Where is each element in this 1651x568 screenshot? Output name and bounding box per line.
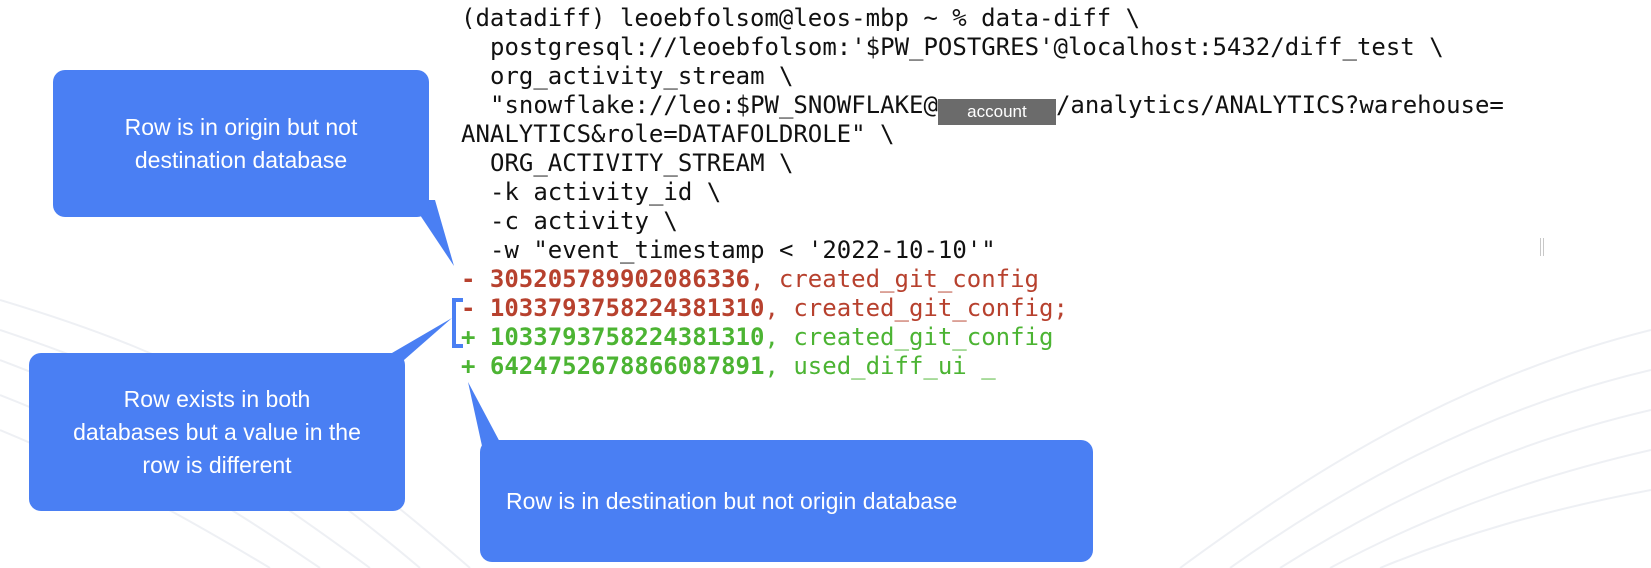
- diff-value: created_git_config: [778, 265, 1039, 293]
- diff-sign: -: [461, 294, 476, 322]
- diff-id: 1033793758224381310: [489, 323, 765, 351]
- diff-value: created_git_config;: [793, 294, 1068, 322]
- callout-origin-only-text: Row is in origin but not destination dat…: [124, 113, 358, 173]
- command-arg-where: -w "event_timestamp < '2022-10-10'": [490, 236, 996, 264]
- diff-sep: ,: [764, 294, 794, 322]
- redacted-account: account: [937, 99, 1056, 125]
- diff-row: - 305205789902086336, created_git_config: [461, 265, 1504, 294]
- diff-row: - 1033793758224381310, created_git_confi…: [461, 294, 1504, 323]
- diff-id: 6424752678866087891: [489, 352, 765, 380]
- diff-id: 1033793758224381310: [489, 294, 765, 322]
- diff-sep: ,: [764, 323, 794, 351]
- diff-sign: +: [461, 352, 476, 380]
- command-line: (datadiff) leoebfolsom@leos-mbp ~ % data…: [461, 4, 1141, 32]
- diff-id: 305205789902086336: [489, 265, 750, 293]
- callout-destination-only-text: Row is in destination but not origin dat…: [506, 487, 958, 514]
- diff-sep: ,: [750, 265, 779, 293]
- diff-row: + 6424752678866087891, used_diff_ui _: [461, 352, 1504, 381]
- diff-value: used_diff_ui _: [793, 352, 996, 380]
- command-arg-postgres: postgresql://leoebfolsom:'$PW_POSTGRES'@…: [490, 33, 1444, 61]
- diff-sign: -: [461, 265, 476, 293]
- callout-different-value: Row exists in both databases but a value…: [29, 353, 405, 511]
- callout-destination-only: Row is in destination but not origin dat…: [480, 440, 1093, 562]
- diff-sep: ,: [764, 352, 794, 380]
- callout-different-value-text: Row exists in both databases but a value…: [73, 385, 361, 478]
- command-arg-table2: ORG_ACTIVITY_STREAM \: [490, 149, 794, 177]
- snowflake-url-end: /analytics/ANALYTICS?warehouse=: [1055, 91, 1504, 119]
- command-arg-table: org_activity_stream \: [490, 62, 794, 90]
- diff-sign: +: [461, 323, 476, 351]
- command-arg-snowflake: "snowflake://leo:$PW_SNOWFLAKE@ account/a…: [461, 91, 1504, 125]
- diff-row: + 1033793758224381310, created_git_confi…: [461, 323, 1504, 352]
- callout-origin-only: Row is in origin but not destination dat…: [53, 70, 429, 217]
- diff-value: created_git_config: [793, 323, 1054, 351]
- snowflake-url-start: "snowflake://leo:$PW_SNOWFLAKE@: [490, 91, 938, 119]
- command-arg-column: -c activity \: [490, 207, 678, 235]
- text-cursor-icon: [1540, 238, 1544, 256]
- terminal-output: (datadiff) leoebfolsom@leos-mbp ~ % data…: [461, 4, 1504, 381]
- command-arg-key: -k activity_id \: [490, 178, 722, 206]
